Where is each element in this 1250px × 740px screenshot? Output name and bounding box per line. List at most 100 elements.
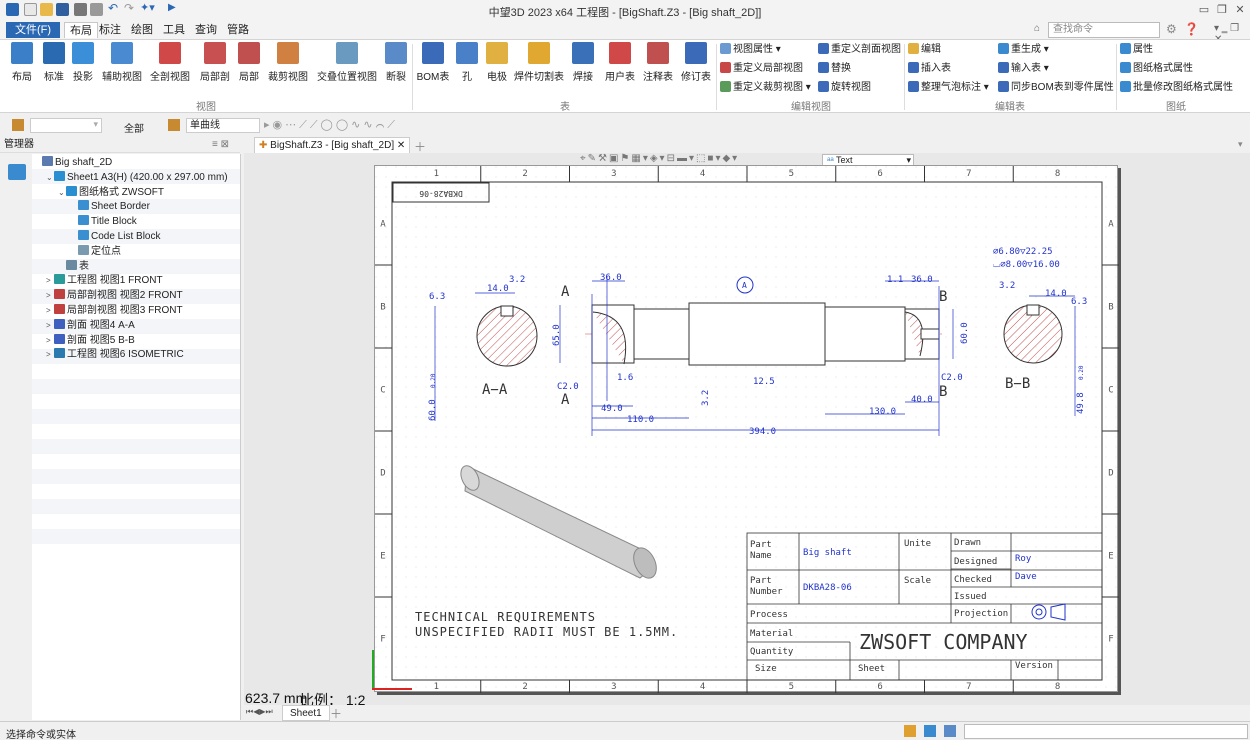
status-toggle-icon[interactable] xyxy=(904,725,916,737)
tree-node[interactable]: > 工程图 视图1 FRONT xyxy=(46,274,163,288)
crop-view-button[interactable]: 裁剪视图 xyxy=(266,42,310,83)
layout-button[interactable]: 布局 xyxy=(8,42,36,83)
view-properties-button[interactable]: 视图属性 ▾ xyxy=(720,43,781,57)
partial-section-button[interactable]: 局部剖 xyxy=(198,42,232,83)
snap-tools-icon[interactable]: ▸◉⋯⟋⟋◯◯∿∿⌒⟋ xyxy=(264,118,398,132)
detail-view-button[interactable]: 局部 xyxy=(236,42,262,83)
bom-table-button[interactable]: BOM表 xyxy=(416,42,450,83)
menu-piping[interactable]: 管路 xyxy=(222,22,254,38)
projection-view-button[interactable]: 投影 xyxy=(70,42,96,83)
weld-table-button[interactable]: 焊接 xyxy=(568,42,598,83)
shaft-step-4 xyxy=(824,306,906,362)
tree-expand-icon[interactable]: > xyxy=(46,334,54,348)
menu-tools[interactable]: 工具 xyxy=(158,22,190,38)
dim-130: 130.0 xyxy=(869,407,896,417)
menu-annotate[interactable]: 标注 xyxy=(94,22,126,38)
tree-expand-icon[interactable]: > xyxy=(46,319,54,333)
zone-col-label: 1 xyxy=(434,682,439,692)
tree-expand-icon[interactable]: > xyxy=(46,274,54,288)
gear-icon[interactable]: ⚙ xyxy=(1166,22,1177,36)
revision-table-button[interactable]: 修订表 xyxy=(678,42,714,83)
add-sheet-icon[interactable]: ＋ xyxy=(330,705,342,722)
tree-node[interactable]: 定位点 xyxy=(70,244,121,259)
minimize-icon[interactable]: ▭ xyxy=(1196,2,1212,18)
electrode-table-button[interactable]: 电极 xyxy=(484,42,510,83)
close-tab-icon[interactable]: ✕ xyxy=(397,140,405,151)
tree-node[interactable]: Big shaft_2D xyxy=(34,156,112,170)
tree-node-label: Code List Block xyxy=(91,231,161,242)
regenerate-button[interactable]: 重生成 ▾ xyxy=(998,43,1049,57)
auxiliary-view-button[interactable]: 辅助视图 xyxy=(100,42,144,83)
file-menu[interactable]: 文件(F) xyxy=(6,22,60,38)
menu-layout[interactable]: 布局 xyxy=(64,22,98,38)
menu-draw[interactable]: 绘图 xyxy=(126,22,158,38)
home-icon[interactable]: ⌂ xyxy=(1034,23,1040,34)
import-table-button[interactable]: 输入表 ▾ xyxy=(998,62,1049,76)
tree-expand-icon[interactable]: ⌄ xyxy=(46,171,54,185)
linetype-dropdown[interactable]: 单曲线 xyxy=(186,118,260,133)
cut-b-bottom: B xyxy=(939,384,947,400)
status-display-icon[interactable] xyxy=(924,725,936,737)
tree-expand-icon[interactable]: ⌄ xyxy=(58,186,66,200)
tree-expand-icon[interactable]: > xyxy=(46,348,54,362)
filter-dropdown[interactable]: ▾ xyxy=(30,118,102,133)
insert-table-button[interactable]: 插入表 xyxy=(908,62,951,76)
tree-node[interactable]: > 工程图 视图6 ISOMETRIC xyxy=(46,348,184,362)
redefine-detail-button[interactable]: 重定义局部视图 xyxy=(720,62,803,76)
user-table-button[interactable]: 用户表 xyxy=(602,42,638,83)
replace-button[interactable]: 替换 xyxy=(818,62,851,76)
electrode-icon xyxy=(486,42,508,64)
tree-stripe xyxy=(32,469,240,484)
break-view-button[interactable]: 断裂 xyxy=(382,42,410,83)
batch-format-button[interactable]: 批量修改图纸格式属性 xyxy=(1120,81,1233,95)
command-search-input[interactable]: 查找命令 xyxy=(1048,22,1160,38)
command-input[interactable] xyxy=(964,724,1248,739)
tree-expand-icon[interactable]: > xyxy=(46,289,54,303)
annotation-table-icon xyxy=(647,42,669,64)
sheet-properties-button[interactable]: 属性 xyxy=(1120,43,1153,57)
tree-node[interactable]: Sheet Border xyxy=(70,200,150,214)
manager-tab-icon[interactable] xyxy=(8,164,26,180)
organize-balloons-button[interactable]: 整理气泡标注 ▾ xyxy=(908,81,989,95)
tree-node[interactable]: > 局部剖视图 视图3 FRONT xyxy=(46,304,183,318)
tree-node[interactable]: > 局部剖视图 视图2 FRONT xyxy=(46,289,183,303)
tree-node[interactable]: ⌄ Sheet1 A3(H) (420.00 x 297.00 mm) xyxy=(46,170,228,185)
redefine-crop-button[interactable]: 重定义裁剪视图 ▾ xyxy=(720,81,811,95)
document-tab[interactable]: ✚ BigShaft.Z3 - [Big shaft_2D] ✕ xyxy=(254,137,411,153)
full-section-button[interactable]: 全剖视图 xyxy=(148,42,192,83)
tree-node[interactable]: 表 xyxy=(58,259,89,274)
edit-table-button[interactable]: 编辑 xyxy=(908,43,941,57)
menu-query[interactable]: 查询 xyxy=(190,22,222,38)
weld-cut-table-button[interactable]: 焊件切割表 xyxy=(514,42,564,83)
sync-bom-button[interactable]: 同步BOM表到零件属性 xyxy=(998,81,1114,95)
status-list-icon[interactable] xyxy=(944,725,956,737)
pick-icon[interactable] xyxy=(168,119,180,131)
hole-table-button[interactable]: 孔 xyxy=(454,42,480,83)
help-icon[interactable]: ❓ xyxy=(1184,22,1199,36)
canvas-tools-icon[interactable]: ⌖✎⚒▣⚑▦▾◈▾⊟▬▾⬚■▾◆▾ xyxy=(580,153,739,164)
edittable-group-label: 编辑表 xyxy=(995,102,1025,113)
rotate-view-button[interactable]: 旋转视图 xyxy=(818,81,871,95)
annotation-table-button[interactable]: 注释表 xyxy=(640,42,676,83)
filter-icon[interactable] xyxy=(12,119,24,131)
tree-node[interactable]: Title Block xyxy=(70,215,137,229)
standard-view-button[interactable]: 标准 xyxy=(40,42,68,83)
panel-menu-icon[interactable]: ≡ ⊠ xyxy=(212,137,229,153)
sheet-format-properties-button[interactable]: 图纸格式属性 xyxy=(1120,62,1193,76)
filter-all-label[interactable]: 全部 xyxy=(124,120,144,135)
drawing-sheet[interactable]: 1 1 2 2 3 3 4 4 5 5 6 6 7 7 8 8 A A B B C C D D E E F F DKBA28-06 1… xyxy=(374,165,1119,693)
tree-expand-icon[interactable]: > xyxy=(46,304,54,318)
alternate-position-view-button[interactable]: 交叠位置视图 xyxy=(316,42,378,83)
close-icon[interactable]: ✕ xyxy=(1232,2,1248,18)
redefine-section-button[interactable]: 重定义剖面视图 xyxy=(818,43,901,57)
restore-icon[interactable]: ❐ xyxy=(1214,2,1230,18)
sheet-tab[interactable]: Sheet1 xyxy=(282,705,330,721)
sheet-nav-icon[interactable]: ⏮◀▶⏭ xyxy=(246,707,273,717)
tree-node[interactable]: > 剖面 视图5 B-B xyxy=(46,333,135,348)
title-bar: ↶ ↷ ✦▾ ▶ 中望3D 2023 x64 工程图 - [BigShaft.Z… xyxy=(0,0,1250,20)
insert-table-icon xyxy=(908,62,919,73)
tree-node[interactable]: Code List Block xyxy=(70,230,160,244)
tree-node[interactable]: > 剖面 视图4 A-A xyxy=(46,318,135,333)
tab-dropdown-icon[interactable]: ▾ xyxy=(1238,139,1243,150)
tree-node[interactable]: ⌄ 图纸格式 ZWSOFT xyxy=(58,185,164,200)
